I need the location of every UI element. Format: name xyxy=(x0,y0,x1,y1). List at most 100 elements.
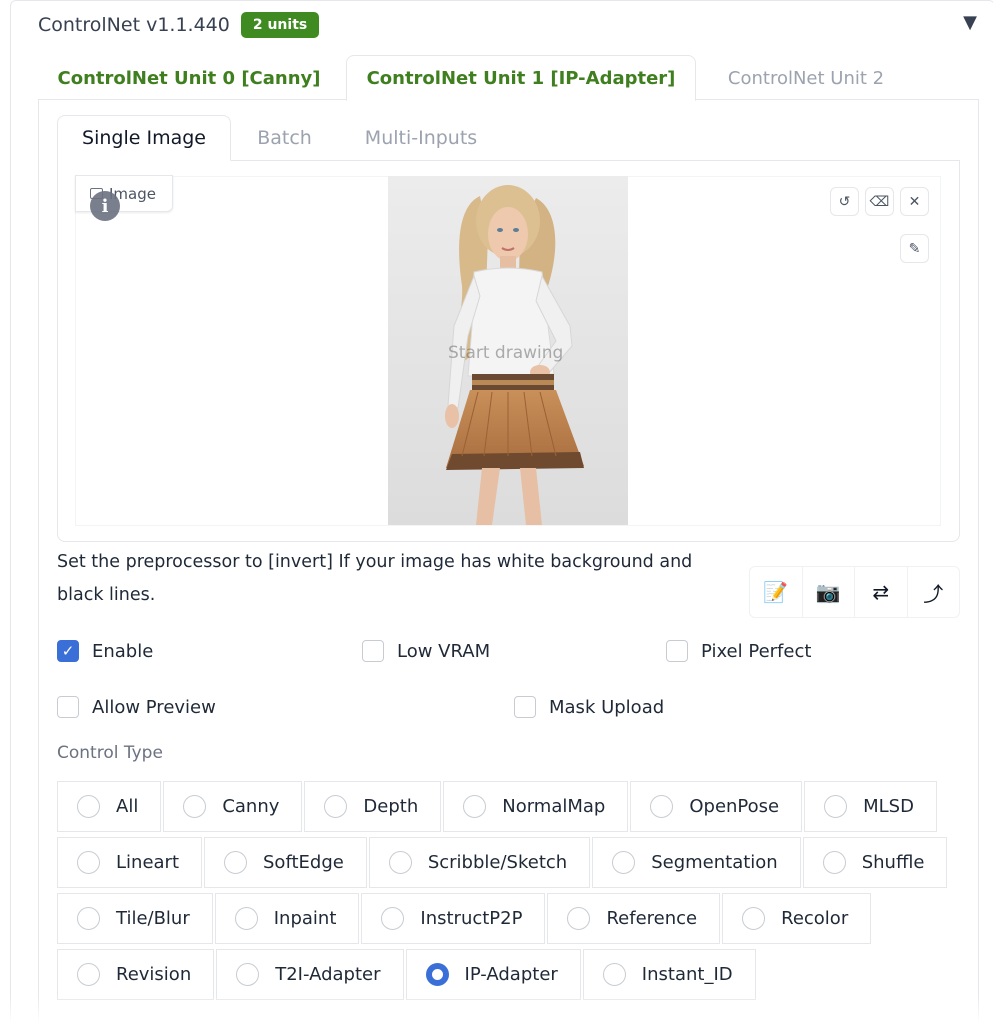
radio-label: All xyxy=(116,796,139,817)
radio-reference[interactable]: Reference xyxy=(547,893,721,944)
radio-circle xyxy=(742,907,766,930)
allow-preview-label: Allow Preview xyxy=(92,696,216,718)
checkbox-box xyxy=(666,640,688,662)
checkbox-box xyxy=(362,640,384,662)
enable-label: Enable xyxy=(92,640,154,662)
tab-multi-inputs[interactable]: Multi-Inputs xyxy=(341,115,501,161)
radio-label: IP-Adapter xyxy=(464,964,558,985)
radio-circle xyxy=(567,907,591,930)
radio-label: Scribble/Sketch xyxy=(427,852,568,873)
radio-softedge[interactable]: SoftEdge xyxy=(204,837,367,888)
radio-t2i-adapter[interactable]: T2I-Adapter xyxy=(216,949,404,1000)
radio-circle xyxy=(650,795,674,818)
tab-unit-1[interactable]: ControlNet Unit 1 [IP-Adapter] xyxy=(346,55,696,101)
triangle-down-icon[interactable]: ▼ xyxy=(963,12,977,33)
radio-label: Segmentation xyxy=(651,852,778,873)
tab-unit-2[interactable]: ControlNet Unit 2 xyxy=(698,55,914,101)
send-dimensions-icon[interactable]: ⤴ xyxy=(908,567,960,617)
control-type-row-4: Revision T2I-Adapter IP-Adapter Instant_… xyxy=(57,949,756,1000)
mask-upload-label: Mask Upload xyxy=(549,696,665,718)
radio-tile-blur[interactable]: Tile/Blur xyxy=(57,893,213,944)
control-type-row-1: All Canny Depth NormalMap OpenPose MLSD xyxy=(57,781,937,832)
radio-circle xyxy=(612,851,636,874)
tab-unit-0[interactable]: ControlNet Unit 0 [Canny] xyxy=(38,55,340,101)
radio-segmentation[interactable]: Segmentation xyxy=(592,837,801,888)
low-vram-label: Low VRAM xyxy=(397,640,491,662)
eraser-icon[interactable]: ⌫ xyxy=(865,187,894,216)
panel-title: ControlNet v1.1.440 xyxy=(38,14,230,36)
uploaded-image[interactable]: Start drawing xyxy=(388,176,628,525)
radio-circle xyxy=(183,795,207,818)
radio-label: Recolor xyxy=(781,908,849,929)
swap-icon[interactable]: ⇄ xyxy=(855,567,908,617)
radio-canny[interactable]: Canny xyxy=(163,781,303,832)
tab-batch[interactable]: Batch xyxy=(237,115,332,161)
radio-label: T2I-Adapter xyxy=(275,964,381,985)
radio-circle xyxy=(77,963,100,986)
unit-tabs: ControlNet Unit 0 [Canny] ControlNet Uni… xyxy=(38,55,979,101)
radio-instructp2p[interactable]: InstructP2P xyxy=(361,893,546,944)
radio-instant-id[interactable]: Instant_ID xyxy=(582,949,756,1000)
radio-scribble-sketch[interactable]: Scribble/Sketch xyxy=(368,837,591,888)
radio-label: NormalMap xyxy=(502,796,606,817)
checkmark-icon: ✓ xyxy=(57,640,79,662)
undo-icon[interactable]: ↺ xyxy=(830,187,859,216)
checkbox-box xyxy=(514,696,536,718)
radio-circle xyxy=(77,851,100,874)
image-tabs: Single Image Batch Multi-Inputs xyxy=(57,115,960,161)
radio-label: Inpaint xyxy=(273,908,337,929)
radio-circle xyxy=(77,795,100,818)
control-type-row-2: Lineart SoftEdge Scribble/Sketch Segment… xyxy=(57,837,948,888)
bottom-fade xyxy=(0,995,993,1024)
radio-circle xyxy=(381,907,405,930)
radio-label: Lineart xyxy=(116,852,179,873)
close-icon[interactable]: ✕ xyxy=(900,187,929,216)
radio-label: Instant_ID xyxy=(641,964,733,985)
radio-circle xyxy=(463,795,487,818)
radio-circle xyxy=(388,851,412,874)
allow-preview-checkbox[interactable]: Allow Preview xyxy=(57,695,216,719)
portrait-photo: Start drawing xyxy=(388,176,628,525)
preprocessor-hint: Set the preprocessor to [invert] If your… xyxy=(57,552,693,605)
radio-label: SoftEdge xyxy=(263,852,344,873)
radio-openpose[interactable]: OpenPose xyxy=(630,781,803,832)
radio-circle xyxy=(234,907,258,930)
radio-shuffle[interactable]: Shuffle xyxy=(802,837,948,888)
radio-circle xyxy=(602,963,626,986)
radio-circle xyxy=(822,851,846,874)
radio-mlsd[interactable]: MLSD xyxy=(804,781,937,832)
new-canvas-icon[interactable]: 📝 xyxy=(750,567,803,617)
radio-depth[interactable]: Depth xyxy=(304,781,442,832)
radio-normalmap[interactable]: NormalMap xyxy=(443,781,629,832)
radio-circle xyxy=(77,907,100,930)
tab-single-image[interactable]: Single Image xyxy=(57,115,231,161)
radio-label: Shuffle xyxy=(861,852,925,873)
action-button-group: 📝 📷 ⇄ ⤴ xyxy=(749,566,960,618)
radio-ip-adapter[interactable]: IP-Adapter xyxy=(405,949,581,1000)
radio-label: Tile/Blur xyxy=(116,908,190,929)
radio-label: Reference xyxy=(606,908,698,929)
radio-revision[interactable]: Revision xyxy=(57,949,215,1000)
pixel-perfect-label: Pixel Perfect xyxy=(701,640,812,662)
radio-circle xyxy=(425,963,449,986)
radio-lineart[interactable]: Lineart xyxy=(57,837,202,888)
radio-circle xyxy=(236,963,260,986)
radio-recolor[interactable]: Recolor xyxy=(722,893,872,944)
controlnet-header[interactable]: ControlNet v1.1.440 2 units xyxy=(38,10,320,40)
radio-label: Canny xyxy=(222,796,280,817)
radio-circle xyxy=(224,851,247,874)
control-type-label: Control Type xyxy=(57,743,163,763)
brush-icon[interactable]: ✎ xyxy=(900,234,929,263)
mask-upload-checkbox[interactable]: Mask Upload xyxy=(514,695,664,719)
camera-icon[interactable]: 📷 xyxy=(803,567,855,617)
radio-inpaint[interactable]: Inpaint xyxy=(214,893,360,944)
low-vram-checkbox[interactable]: Low VRAM xyxy=(362,639,490,663)
enable-checkbox[interactable]: ✓ Enable xyxy=(57,639,153,663)
radio-circle xyxy=(324,795,348,818)
radio-label: Depth xyxy=(363,796,419,817)
info-icon[interactable]: i xyxy=(90,191,120,221)
radio-all[interactable]: All xyxy=(57,781,162,832)
radio-label: MLSD xyxy=(863,796,914,817)
pixel-perfect-checkbox[interactable]: Pixel Perfect xyxy=(666,639,811,663)
checkbox-box xyxy=(57,696,79,718)
